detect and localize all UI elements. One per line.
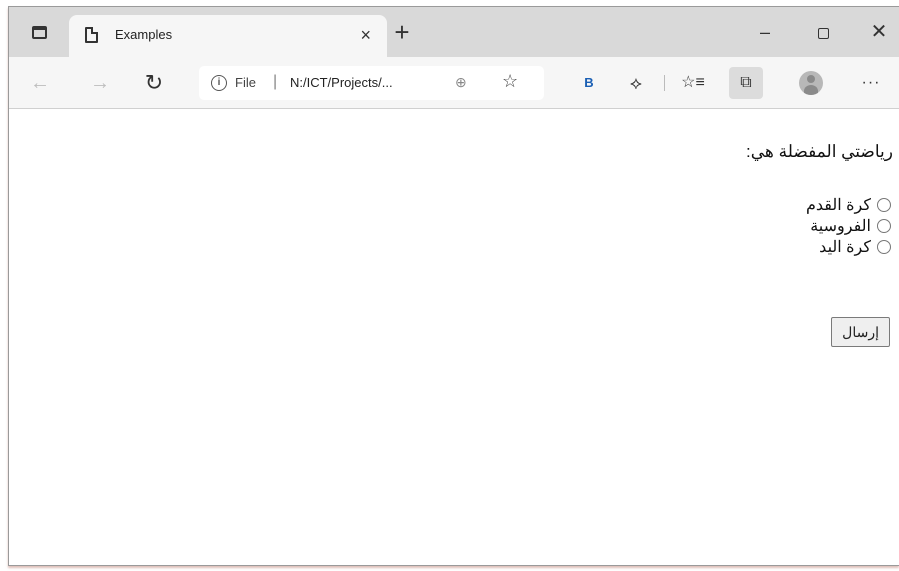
radio-button[interactable] <box>877 218 891 233</box>
tab-actions-button[interactable] <box>19 20 59 44</box>
address-separator: | <box>273 73 278 90</box>
radio-label: كرة القدم <box>806 196 871 214</box>
new-tab-button[interactable]: + <box>387 17 417 47</box>
tab-close-button[interactable]: × <box>360 23 371 47</box>
favorites-icon[interactable]: ☆≡ <box>679 69 707 97</box>
radio-group: كرة القدم الفروسية كرة اليد <box>806 194 891 257</box>
more-menu-button[interactable]: ··· <box>857 69 885 97</box>
back-button[interactable]: ← <box>25 68 55 98</box>
title-bar: Examples × + – ✕ <box>9 7 899 57</box>
address-scheme: File <box>235 75 256 90</box>
radio-option-equestrian[interactable]: الفروسية <box>806 215 891 236</box>
zoom-icon[interactable]: ⊕ <box>455 74 467 91</box>
submit-button[interactable]: إرسال <box>831 317 890 347</box>
address-bar[interactable]: i File | N:/ICT/Projects/... ⊕ ☆ <box>199 66 544 100</box>
info-icon[interactable]: i <box>211 75 227 91</box>
radio-label: كرة اليد <box>819 238 871 256</box>
maximize-icon <box>817 27 829 39</box>
navigation-toolbar: ← → ↻ i File | N:/ICT/Projects/... ⊕ ☆ B… <box>9 57 899 109</box>
radio-option-handball[interactable]: كرة اليد <box>806 236 891 257</box>
page-icon <box>85 27 98 43</box>
extensions-icon[interactable]: ⟡ <box>622 69 650 97</box>
radio-button[interactable] <box>877 239 891 254</box>
extension-b-button[interactable]: B <box>575 69 603 97</box>
toolbar-divider <box>664 75 665 91</box>
tab-actions-icon <box>31 25 47 39</box>
reload-button[interactable]: ↻ <box>139 68 169 98</box>
collections-icon[interactable]: ⧉ <box>729 67 763 99</box>
page-content: رياضتي المفضلة هي: كرة القدم الفروسية كر… <box>9 110 899 565</box>
browser-tab[interactable]: Examples × <box>69 15 387 57</box>
radio-button[interactable] <box>877 197 891 212</box>
close-window-button[interactable]: ✕ <box>859 19 899 45</box>
tab-title: Examples <box>115 27 173 42</box>
profile-avatar[interactable] <box>799 71 823 95</box>
browser-window: Examples × + – ✕ ← → ↻ i File | N:/ICT/P… <box>8 6 899 566</box>
address-url[interactable]: N:/ICT/Projects/... <box>290 75 393 90</box>
forward-button[interactable]: → <box>85 68 115 98</box>
radio-label: الفروسية <box>810 217 871 235</box>
maximize-button[interactable] <box>803 19 843 45</box>
radio-option-football[interactable]: كرة القدم <box>806 194 891 215</box>
question-label: رياضتي المفضلة هي: <box>746 142 893 161</box>
add-favorite-icon[interactable]: ☆ <box>502 71 518 92</box>
minimize-button[interactable]: – <box>745 19 785 45</box>
